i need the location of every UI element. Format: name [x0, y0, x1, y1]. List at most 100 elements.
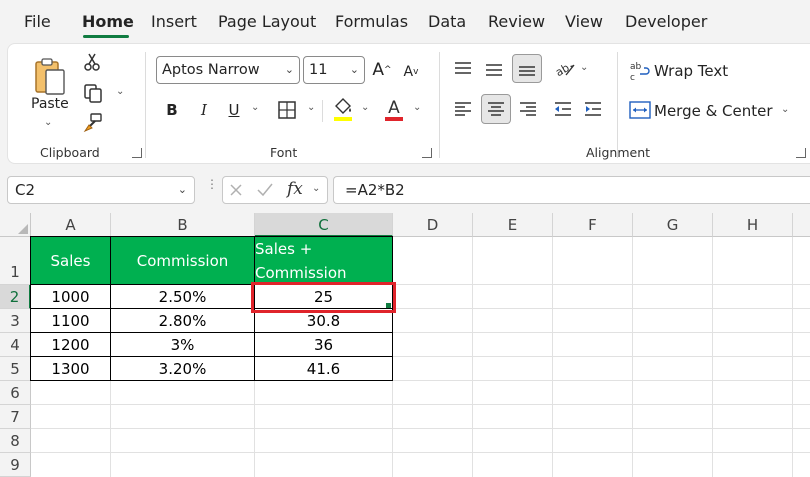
align-right-icon	[520, 102, 536, 116]
chevron-down-icon[interactable]: ⌄	[312, 183, 320, 194]
row-header-5[interactable]: 5	[0, 357, 31, 381]
align-right-button[interactable]	[516, 97, 540, 121]
table-cell[interactable]: 1000	[31, 285, 111, 309]
tab-formulas[interactable]: Formulas	[335, 12, 408, 31]
tab-developer[interactable]: Developer	[625, 12, 707, 31]
merge-center-icon[interactable]	[628, 100, 652, 120]
bottom-align-button[interactable]	[512, 54, 542, 83]
decrease-indent-icon	[555, 102, 571, 116]
select-all-icon	[18, 224, 28, 234]
tab-review[interactable]: Review	[488, 12, 545, 31]
tab-file[interactable]: File	[24, 12, 51, 31]
merge-dropdown-icon[interactable]: ⌄	[781, 104, 789, 115]
tab-home[interactable]: Home	[82, 12, 134, 31]
font-color-dropdown-icon[interactable]: ⌄	[413, 102, 421, 113]
font-size-combo[interactable]: 11 ⌄	[303, 56, 365, 84]
tab-insert[interactable]: Insert	[151, 12, 197, 31]
row-header-7[interactable]: 7	[0, 405, 31, 429]
align-center-button[interactable]	[481, 94, 511, 124]
column-header-c[interactable]: C	[255, 213, 393, 237]
header-line: Sales +	[255, 240, 313, 258]
decrease-font-size-icon[interactable]: Av	[400, 60, 422, 84]
gridline	[31, 452, 810, 453]
table-cell[interactable]: 3%	[111, 333, 255, 357]
copy-dropdown-icon[interactable]: ⌄	[116, 86, 124, 97]
underline-button[interactable]: U	[225, 98, 243, 122]
middle-align-button[interactable]	[482, 57, 506, 81]
decrease-indent-button[interactable]	[551, 97, 575, 121]
font-size-value: 11	[309, 62, 328, 78]
column-header-e[interactable]: E	[473, 213, 553, 237]
column-header-g[interactable]: G	[633, 213, 713, 237]
formula-bar-grip-icon[interactable]: ⋮	[206, 178, 218, 198]
row-header-1[interactable]: 1	[0, 237, 31, 285]
fill-color-button[interactable]	[332, 96, 354, 122]
cancel-icon[interactable]	[229, 183, 243, 197]
table-header-cell[interactable]: Sales	[31, 237, 111, 285]
format-painter-button[interactable]	[82, 112, 104, 134]
column-header-i[interactable]	[793, 213, 810, 237]
alignment-launcher-icon[interactable]	[796, 148, 806, 158]
increase-indent-button[interactable]	[581, 97, 605, 121]
paste-dropdown-icon[interactable]: ⌄	[44, 117, 52, 128]
align-left-button[interactable]	[451, 97, 475, 121]
column-header-b[interactable]: B	[111, 213, 255, 237]
table-cell[interactable]: 1100	[31, 309, 111, 333]
copy-icon	[84, 84, 102, 103]
font-launcher-icon[interactable]	[422, 148, 432, 158]
row-header-2[interactable]: 2	[0, 285, 31, 309]
row-header-3[interactable]: 3	[0, 309, 31, 333]
bold-button[interactable]: B	[163, 98, 181, 122]
row-header-8[interactable]: 8	[0, 429, 31, 453]
font-name-combo[interactable]: Aptos Narrow ⌄	[156, 56, 300, 84]
paste-button[interactable]	[30, 52, 70, 100]
cut-button[interactable]	[82, 52, 102, 72]
underline-dropdown-icon[interactable]: ⌄	[251, 102, 259, 113]
column-header-a[interactable]: A	[31, 213, 111, 237]
wrap-text-button[interactable]: Wrap Text	[654, 62, 728, 80]
orientation-button[interactable]: ab	[553, 57, 577, 81]
column-header-h[interactable]: H	[713, 213, 793, 237]
top-align-button[interactable]	[451, 57, 475, 81]
gridline	[552, 237, 553, 477]
wrap-text-icon[interactable]: ab c	[628, 60, 652, 82]
row-header-6[interactable]: 6	[0, 381, 31, 405]
chevron-down-icon: ⌄	[177, 183, 187, 196]
orientation-dropdown-icon[interactable]: ⌄	[580, 62, 588, 73]
column-header-f[interactable]: F	[553, 213, 633, 237]
row-header-9[interactable]: 9	[0, 453, 31, 477]
svg-text:c: c	[630, 73, 635, 82]
name-box[interactable]: C2 ⌄	[7, 176, 195, 204]
fill-color-dropdown-icon[interactable]: ⌄	[361, 102, 369, 113]
table-header-cell[interactable]: Commission	[111, 237, 255, 285]
tab-page-layout[interactable]: Page Layout	[218, 12, 316, 31]
table-cell[interactable]: 1200	[31, 333, 111, 357]
font-name-value: Aptos Narrow	[162, 62, 260, 78]
merge-center-button[interactable]: Merge & Center	[654, 102, 773, 120]
table-cell[interactable]: 36	[255, 333, 393, 357]
table-cell[interactable]: 41.6	[255, 357, 393, 381]
row-header-4[interactable]: 4	[0, 333, 31, 357]
column-header-d[interactable]: D	[393, 213, 473, 237]
copy-button[interactable]	[82, 82, 104, 104]
table-header-cell[interactable]: Sales + Commission	[255, 237, 393, 285]
table-cell[interactable]: 3.20%	[111, 357, 255, 381]
ribbon-tabs: File Home Insert Page Layout Formulas Da…	[0, 0, 810, 44]
insert-function-icon[interactable]: fx	[287, 179, 303, 199]
formula-input[interactable]: =A2*B2	[333, 176, 810, 204]
paste-label: Paste	[31, 96, 69, 112]
table-cell[interactable]: 1300	[31, 357, 111, 381]
table-cell[interactable]: 2.80%	[111, 309, 255, 333]
enter-check-icon[interactable]	[257, 183, 273, 197]
table-cell[interactable]: 2.50%	[111, 285, 255, 309]
increase-font-size-icon[interactable]: A ^	[371, 58, 393, 82]
font-color-button[interactable]: A	[383, 96, 405, 122]
tab-view[interactable]: View	[565, 12, 603, 31]
italic-button[interactable]: I	[195, 98, 213, 122]
tab-data[interactable]: Data	[428, 12, 466, 31]
select-all-corner[interactable]	[0, 213, 31, 237]
clipboard-launcher-icon[interactable]	[132, 148, 142, 158]
fill-handle[interactable]	[386, 303, 391, 308]
borders-dropdown-icon[interactable]: ⌄	[307, 102, 315, 113]
borders-button[interactable]	[276, 99, 298, 121]
